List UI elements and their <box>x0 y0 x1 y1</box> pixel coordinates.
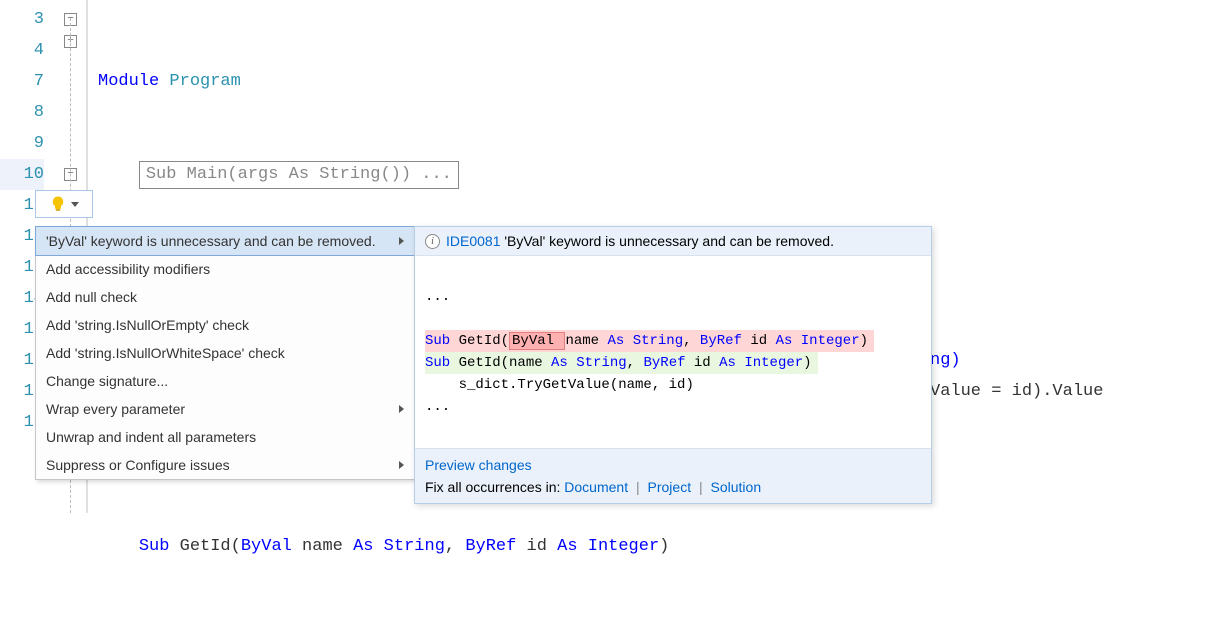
quick-action-label: Unwrap and indent all parameters <box>46 429 256 445</box>
fix-preview-flyout: i IDE0081 'ByVal' keyword is unnecessary… <box>414 226 932 504</box>
preview-header: i IDE0081 'ByVal' keyword is unnecessary… <box>415 227 931 256</box>
preview-diff: ... Sub GetId(ByVal name As String, ByRe… <box>415 256 931 448</box>
line-number: 7 <box>0 66 44 97</box>
quick-action-label: Add 'string.IsNullOrEmpty' check <box>46 317 249 333</box>
quick-action-item[interactable]: Unwrap and indent all parameters <box>36 423 414 451</box>
chevron-right-icon <box>399 405 404 413</box>
code-line[interactable]: Sub GetId(ByVal name As String, ByRef id… <box>98 531 1220 562</box>
line-number: 9 <box>0 128 44 159</box>
code-line[interactable]: Module Program <box>98 66 1220 97</box>
quick-action-label: Add accessibility modifiers <box>46 261 210 277</box>
quick-action-item[interactable]: Change signature... <box>36 367 414 395</box>
code-fragment[interactable]: ng) <box>930 345 961 376</box>
code-line[interactable]: Sub Main(args As String()) ... <box>98 159 1220 190</box>
quick-action-label: Change signature... <box>46 373 168 389</box>
quick-action-label: Add 'string.IsNullOrWhiteSpace' check <box>46 345 285 361</box>
quick-action-item[interactable]: Add 'string.IsNullOrWhiteSpace' check <box>36 339 414 367</box>
chevron-right-icon <box>399 237 404 245</box>
quick-actions-lightbulb[interactable] <box>35 190 93 218</box>
chevron-right-icon <box>399 461 404 469</box>
line-number: 10 <box>0 159 44 190</box>
quick-action-label: 'ByVal' keyword is unnecessary and can b… <box>46 233 376 249</box>
line-number: 8 <box>0 97 44 128</box>
preview-changes-link[interactable]: Preview changes <box>425 457 532 473</box>
quick-actions-menu: 'ByVal' keyword is unnecessary and can b… <box>35 226 415 480</box>
code-fragment[interactable]: Value = id).Value <box>930 376 1103 407</box>
line-number: 4 <box>0 35 44 66</box>
info-icon: i <box>425 234 440 249</box>
quick-action-item[interactable]: Wrap every parameter <box>36 395 414 423</box>
quick-action-item[interactable]: Add null check <box>36 283 414 311</box>
quick-action-label: Suppress or Configure issues <box>46 457 230 473</box>
chevron-down-icon <box>71 202 79 207</box>
diagnostic-id-link[interactable]: IDE0081 <box>446 233 500 249</box>
fixall-project-link[interactable]: Project <box>648 479 692 495</box>
quick-action-label: Wrap every parameter <box>46 401 185 417</box>
quick-action-item[interactable]: Add accessibility modifiers <box>36 255 414 283</box>
quick-action-item[interactable]: Add 'string.IsNullOrEmpty' check <box>36 311 414 339</box>
lightbulb-icon <box>49 195 67 213</box>
fixall-document-link[interactable]: Document <box>564 479 628 495</box>
quick-action-item[interactable]: 'ByVal' keyword is unnecessary and can b… <box>35 226 415 256</box>
quick-action-item[interactable]: Suppress or Configure issues <box>36 451 414 479</box>
diagnostic-message: 'ByVal' keyword is unnecessary and can b… <box>500 233 833 249</box>
line-number: 3 <box>0 4 44 35</box>
quick-action-label: Add null check <box>46 289 137 305</box>
fixall-label: Fix all occurrences in: <box>425 479 564 495</box>
fixall-solution-link[interactable]: Solution <box>711 479 762 495</box>
preview-footer: Preview changes Fix all occurrences in: … <box>415 448 931 503</box>
collapsed-region[interactable]: Sub Main(args As String()) ... <box>139 161 459 189</box>
